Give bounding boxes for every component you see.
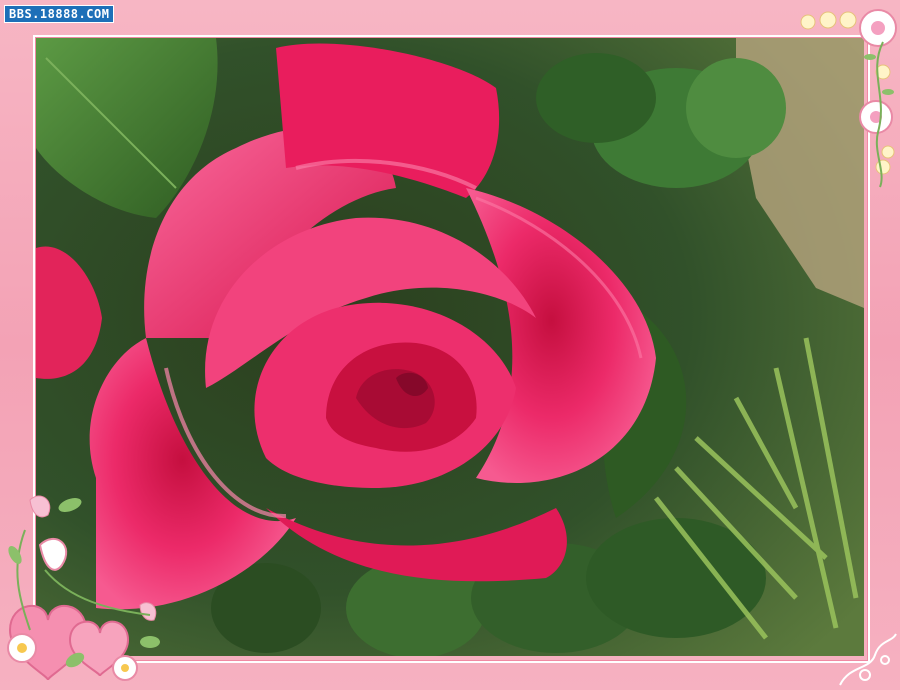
- swirl-decoration-bottom-right: [839, 633, 897, 686]
- flower-hearts-decoration-bottom-left: [7, 495, 160, 681]
- picture-frame: BBS.18888.COM: [0, 0, 900, 690]
- flower-decoration-top-right: [800, 9, 897, 188]
- site-watermark: BBS.18888.COM: [4, 5, 115, 23]
